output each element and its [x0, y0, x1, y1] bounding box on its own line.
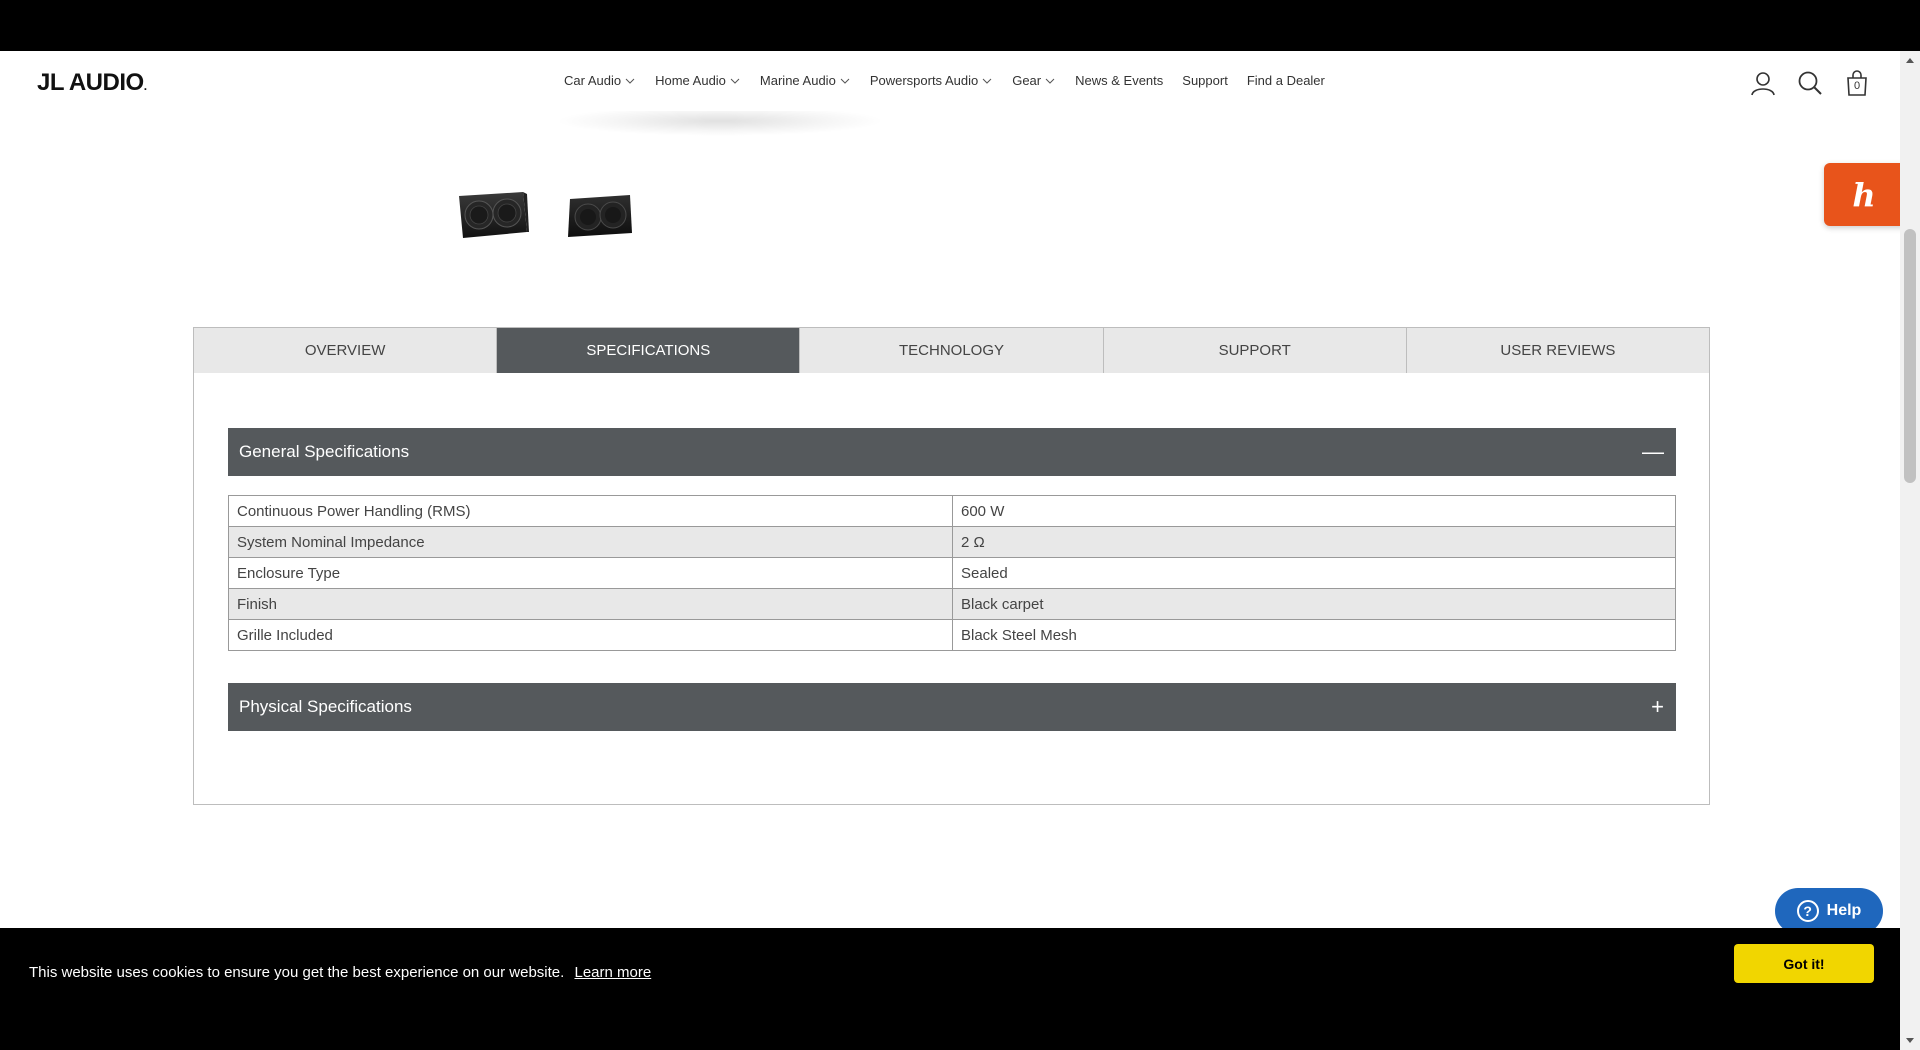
- product-thumbnail-1[interactable]: [457, 188, 529, 240]
- nav-find-a-dealer[interactable]: Find a Dealer: [1247, 73, 1325, 88]
- tab-technology[interactable]: TECHNOLOGY: [800, 328, 1104, 373]
- general-specifications-table: Continuous Power Handling (RMS) 600 W Sy…: [228, 495, 1676, 651]
- account-button[interactable]: [1748, 68, 1778, 98]
- expand-icon: +: [1651, 694, 1664, 719]
- table-row: Finish Black carpet: [228, 588, 1676, 620]
- spec-value: Black carpet: [952, 588, 1676, 620]
- physical-specifications-header[interactable]: Physical Specifications +: [228, 683, 1676, 731]
- chevron-down-icon: [730, 78, 740, 84]
- nav-powersports-audio[interactable]: Powersports Audio: [870, 73, 993, 88]
- search-button[interactable]: [1795, 68, 1825, 98]
- nav-gear[interactable]: Gear: [1012, 73, 1056, 88]
- chevron-down-icon: [840, 78, 850, 84]
- nav-label: Find a Dealer: [1246, 73, 1325, 88]
- learn-more-link[interactable]: Learn more: [574, 964, 651, 981]
- tab-overview[interactable]: OVERVIEW: [194, 328, 498, 373]
- accept-cookies-button[interactable]: Got it!: [1734, 944, 1874, 983]
- spec-value: Black Steel Mesh: [952, 619, 1676, 651]
- honey-logo-icon: h: [1852, 175, 1876, 214]
- spec-value: Sealed: [952, 557, 1676, 589]
- table-row: Enclosure Type Sealed: [228, 557, 1676, 589]
- table-row: Continuous Power Handling (RMS) 600 W: [228, 495, 1676, 527]
- nav-label: Gear: [1012, 73, 1042, 88]
- scroll-up-arrow[interactable]: [1900, 51, 1920, 69]
- accordion-title: General Specifications: [239, 442, 410, 461]
- specifications-panel: General Specifications — Continuous Powe…: [193, 373, 1710, 805]
- accordion-title: Physical Specifications: [239, 697, 412, 716]
- question-icon: ?: [1796, 900, 1819, 922]
- nav-label: Support: [1182, 73, 1228, 88]
- subwoofer-enclosure-image: [459, 192, 529, 238]
- chevron-down-icon: [982, 78, 992, 84]
- page: JL AUDIO. Car Audio Home Audio Marine Au…: [0, 51, 1900, 928]
- spec-label: System Nominal Impedance: [228, 526, 953, 558]
- search-icon: [1798, 71, 1822, 95]
- tab-user-reviews[interactable]: USER REVIEWS: [1406, 328, 1710, 373]
- collapse-icon: —: [1642, 439, 1664, 464]
- cart-button[interactable]: 0: [1842, 68, 1872, 98]
- main-nav: Car Audio Home Audio Marine Audio Powers…: [564, 73, 1344, 88]
- jl-audio-logo[interactable]: JL AUDIO.: [37, 69, 147, 97]
- browser-top-bar: [0, 0, 1920, 51]
- nav-home-audio[interactable]: Home Audio: [655, 73, 741, 88]
- tab-specifications[interactable]: SPECIFICATIONS: [497, 328, 801, 373]
- spec-label: Continuous Power Handling (RMS): [228, 495, 953, 527]
- nav-support[interactable]: Support: [1182, 73, 1228, 88]
- scroll-down-icon: [1906, 1038, 1914, 1043]
- general-specifications-header[interactable]: General Specifications —: [228, 428, 1676, 476]
- vertical-scrollbar[interactable]: [1900, 51, 1920, 1050]
- nav-label: Powersports Audio: [869, 73, 979, 88]
- table-row: System Nominal Impedance 2 Ω: [228, 526, 1676, 558]
- nav-label: Marine Audio: [759, 73, 836, 88]
- chevron-down-icon: [625, 78, 635, 84]
- subwoofer-enclosure-image: [568, 195, 632, 237]
- cookie-message: This website uses cookies to ensure you …: [29, 964, 651, 981]
- cookie-message-text: This website uses cookies to ensure you …: [29, 964, 565, 981]
- product-tabs: OVERVIEW SPECIFICATIONS TECHNOLOGY SUPPO…: [193, 327, 1710, 374]
- nav-label: News & Events: [1075, 73, 1164, 88]
- product-thumbnail-2[interactable]: [566, 193, 634, 239]
- spec-label: Enclosure Type: [228, 557, 953, 589]
- site-header: JL AUDIO. Car Audio Home Audio Marine Au…: [0, 51, 1900, 111]
- honey-extension-button[interactable]: h: [1824, 163, 1900, 226]
- spec-value: 600 W: [952, 495, 1676, 527]
- nav-car-audio[interactable]: Car Audio: [564, 73, 636, 88]
- tab-support[interactable]: SUPPORT: [1103, 328, 1407, 373]
- nav-label: Home Audio: [655, 73, 726, 88]
- nav-label: Car Audio: [564, 73, 622, 88]
- help-button[interactable]: ? Help: [1775, 888, 1883, 928]
- table-row: Grille Included Black Steel Mesh: [228, 619, 1676, 651]
- help-label: Help: [1826, 902, 1862, 919]
- logo-text: JL AUDIO: [37, 69, 144, 96]
- chevron-down-icon: [1045, 78, 1055, 84]
- scroll-up-icon: [1906, 58, 1914, 63]
- scroll-down-arrow[interactable]: [1900, 1032, 1920, 1050]
- spec-label: Finish: [228, 588, 953, 620]
- cookie-banner: This website uses cookies to ensure you …: [0, 928, 1900, 1050]
- spec-label: Grille Included: [228, 619, 953, 651]
- user-icon: [1751, 72, 1775, 96]
- spec-value: 2 Ω: [952, 526, 1676, 558]
- cart-count: 0: [1853, 80, 1861, 92]
- nav-marine-audio[interactable]: Marine Audio: [760, 73, 851, 88]
- header-icons: 0: [1748, 68, 1889, 98]
- scrollbar-thumb[interactable]: [1904, 229, 1916, 483]
- nav-news-events[interactable]: News & Events: [1075, 73, 1163, 88]
